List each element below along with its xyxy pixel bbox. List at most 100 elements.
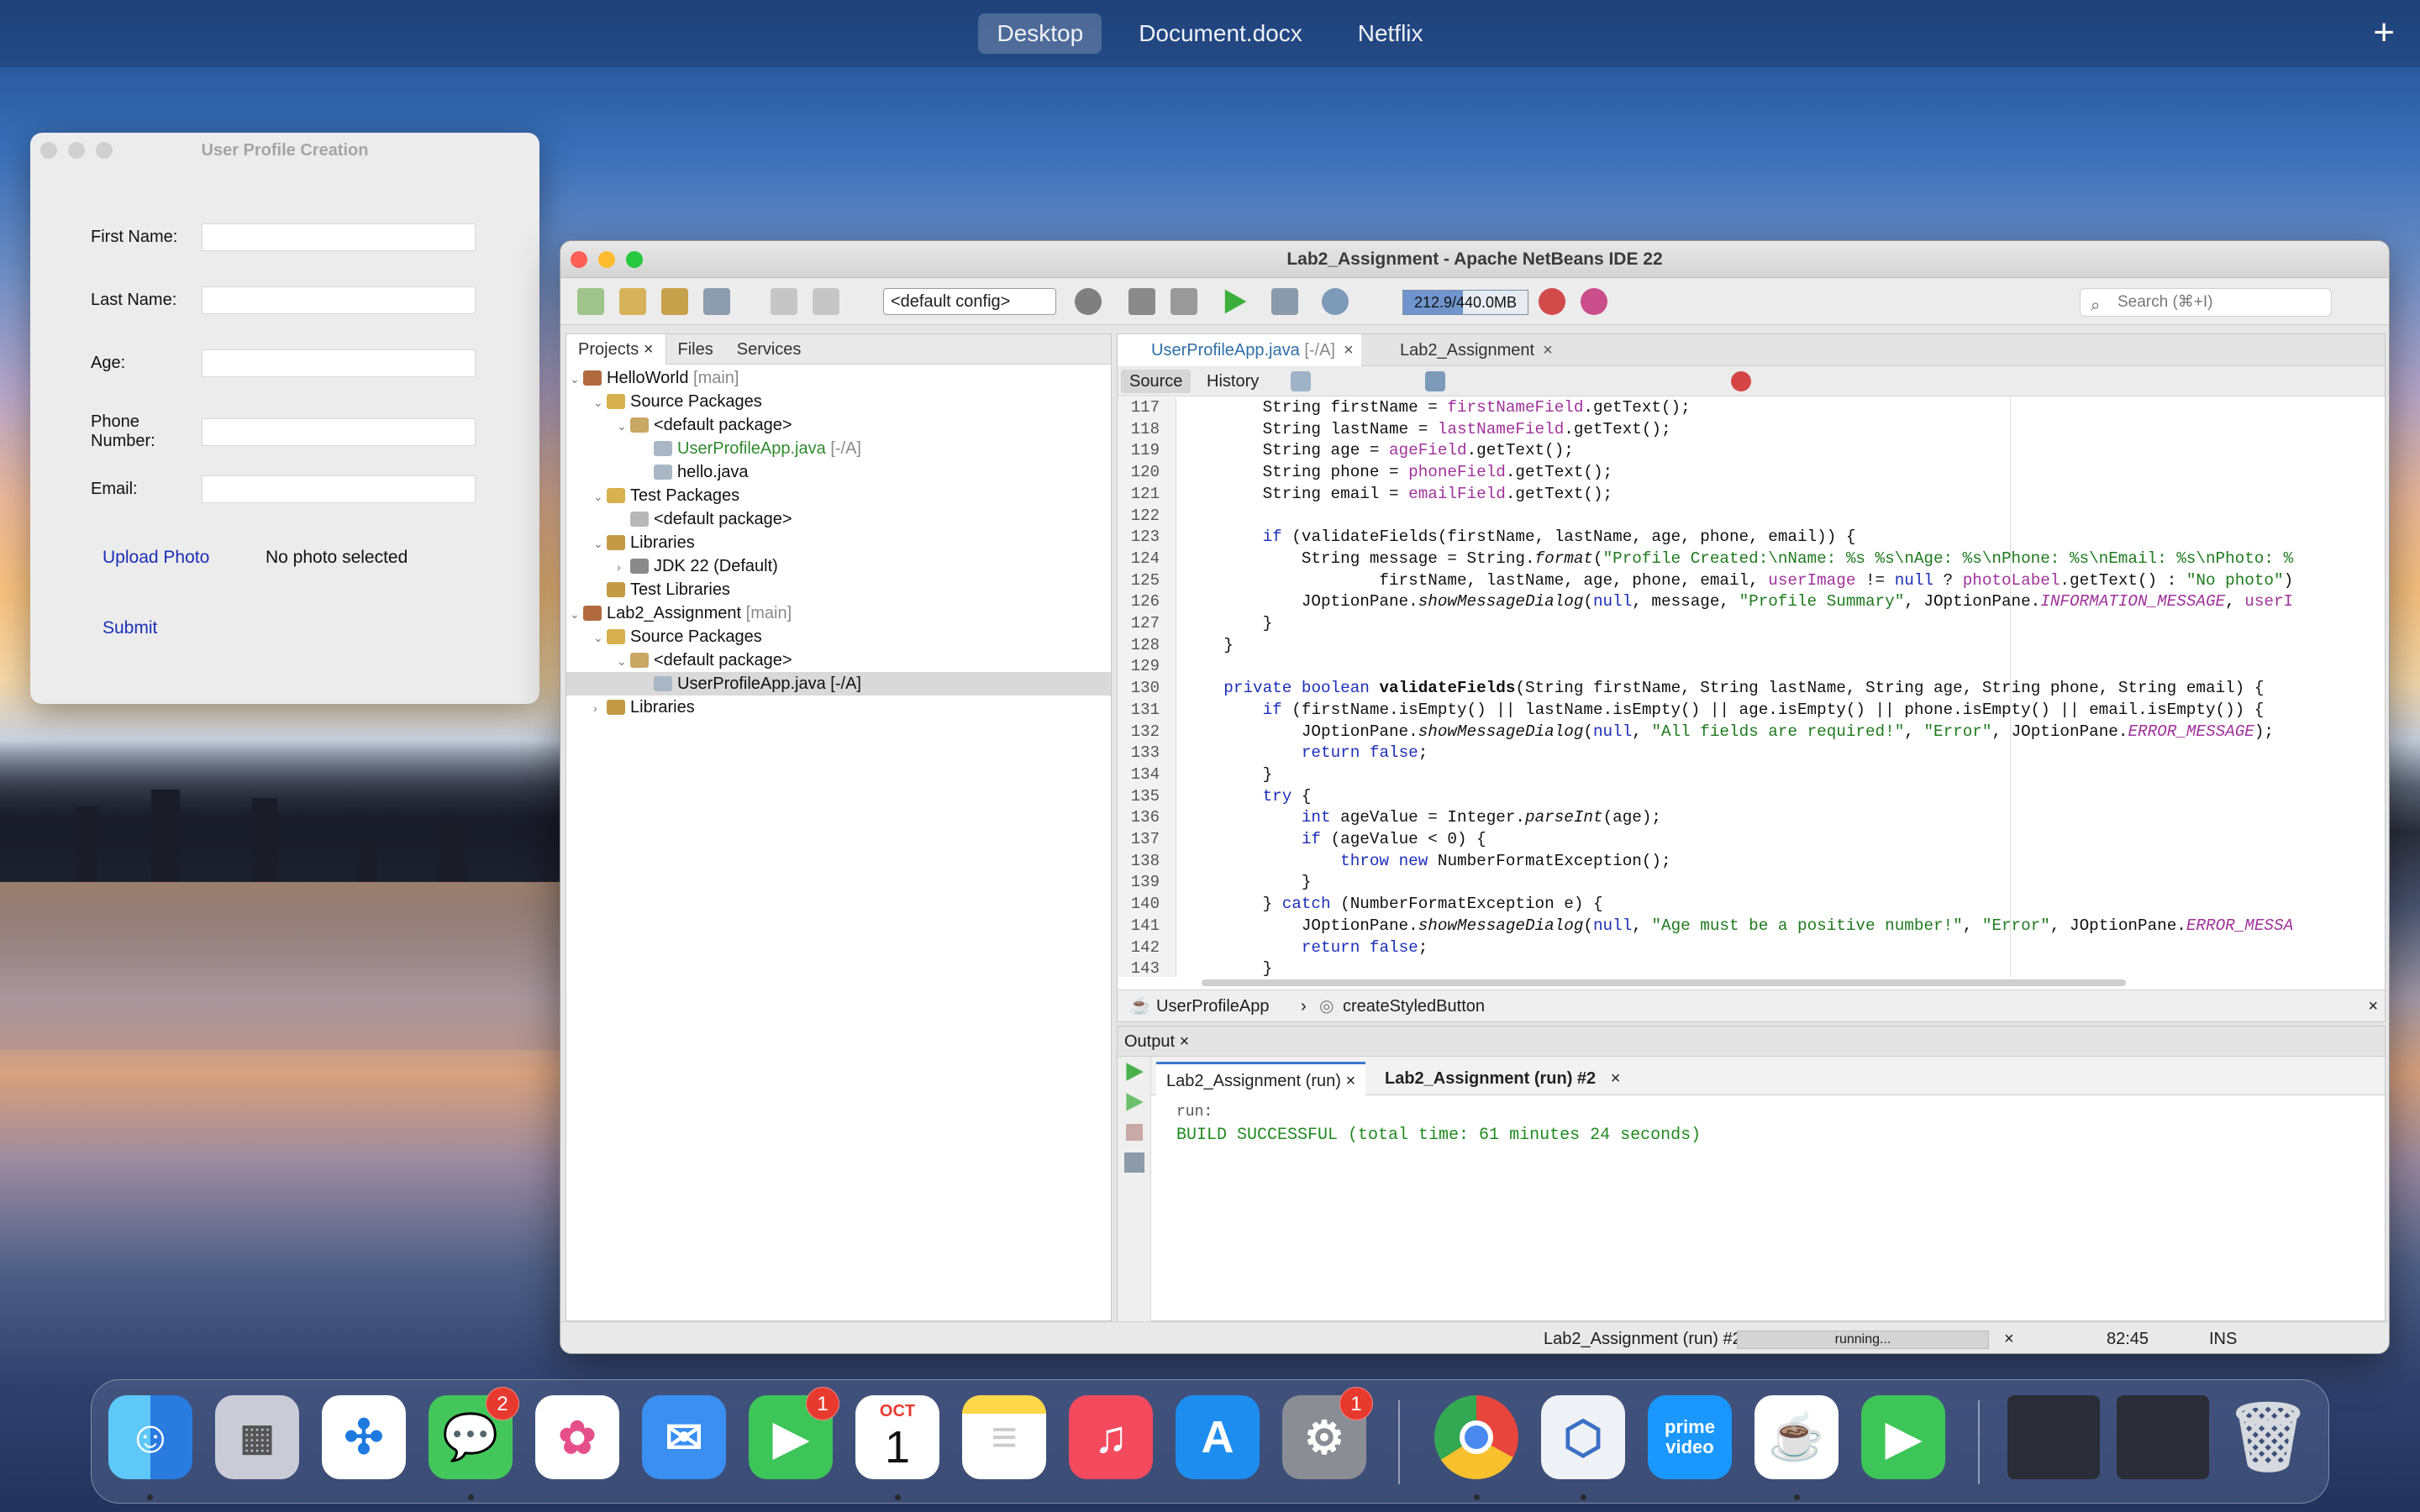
close-icon[interactable]: × (2368, 990, 2378, 1022)
code-line[interactable]: JOptionPane.showMessageDialog(null, mess… (1185, 591, 2293, 613)
undo-icon[interactable] (771, 288, 797, 315)
search-input[interactable]: ⌕ Search (⌘+I) (2080, 288, 2332, 317)
gc-icon[interactable] (1539, 288, 1565, 315)
prime-video-icon[interactable]: prime video (1648, 1395, 1732, 1479)
first-name-field[interactable] (202, 223, 476, 251)
code-line[interactable]: String age = ageField.getText(); (1185, 440, 1574, 462)
code-line[interactable]: if (ageValue < 0) { (1185, 829, 1486, 851)
source-tab[interactable]: Source (1121, 370, 1192, 393)
upload-photo-button[interactable]: Upload Photo (103, 548, 209, 568)
code-line[interactable]: private boolean validateFields(String fi… (1185, 678, 2264, 700)
find-icon[interactable] (1425, 371, 1445, 391)
phone-field[interactable] (202, 417, 476, 446)
tree-node[interactable]: ⌄ Test Packages (593, 484, 739, 507)
space-tab-netflix[interactable]: Netflix (1339, 13, 1442, 54)
clean-build-icon[interactable] (1171, 288, 1197, 315)
tree-node[interactable]: ⌄ Source Packages (593, 390, 762, 413)
photos-icon[interactable]: ✿ (535, 1395, 619, 1479)
chevron-right-icon[interactable]: › (593, 696, 607, 720)
email-field[interactable] (202, 475, 476, 503)
config-select[interactable]: <default config> (883, 288, 1056, 315)
tree-node[interactable]: hello.java (654, 460, 749, 484)
save-all-icon[interactable] (703, 288, 730, 315)
space-tab-document[interactable]: Document.docx (1120, 13, 1321, 54)
tree-node[interactable]: UserProfileApp.java [-/A] (654, 437, 861, 460)
code-line[interactable]: } (1185, 764, 1273, 786)
system-settings-icon[interactable]: ⚙ 1 (1282, 1387, 1373, 1479)
cancel-task-icon[interactable]: × (2004, 1322, 2014, 1353)
code-line[interactable]: return false; (1185, 937, 1428, 959)
run-icon[interactable] (1224, 289, 1247, 314)
tab-services[interactable]: Services (725, 334, 813, 365)
facetime-camera-icon[interactable]: ▶ (1861, 1395, 1945, 1479)
rerun-icon[interactable] (1126, 1063, 1144, 1081)
notes-icon[interactable]: ≡ (962, 1395, 1046, 1479)
minimized-window-thumbnail[interactable] (2007, 1395, 2100, 1479)
mail-icon[interactable]: ✉ (642, 1395, 726, 1479)
debug-icon[interactable] (1271, 288, 1298, 315)
tree-node[interactable]: ⌄ <default package> (617, 413, 792, 437)
code-line[interactable]: if (firstName.isEmpty() || lastName.isEm… (1185, 700, 2265, 722)
close-icon[interactable]: × (1180, 1032, 1190, 1051)
netbeans-icon[interactable]: ⬡ (1541, 1395, 1625, 1479)
code-line[interactable]: JOptionPane.showMessageDialog(null, "Age… (1185, 916, 2293, 937)
close-button[interactable] (40, 142, 57, 159)
safari-icon[interactable]: ✣ (322, 1395, 406, 1479)
tree-node-selected[interactable]: UserProfileApp.java [-/A] (566, 672, 1111, 696)
messages-icon[interactable]: 💬 2 (429, 1387, 519, 1479)
minimize-button[interactable] (68, 142, 85, 159)
tree-node[interactable]: › JDK 22 (Default) (617, 554, 778, 578)
chevron-down-icon[interactable]: ⌄ (570, 602, 583, 626)
zoom-button[interactable] (96, 142, 113, 159)
chevron-down-icon[interactable]: ⌄ (617, 414, 630, 438)
add-space-button[interactable]: + (2373, 12, 2395, 54)
tab-projects[interactable]: Projects × (566, 333, 666, 365)
code-line[interactable]: } catch (NumberFormatException e) { (1185, 894, 1603, 916)
settings-icon[interactable] (1124, 1152, 1144, 1173)
chevron-down-icon[interactable]: ⌄ (593, 485, 607, 508)
code-line[interactable]: String firstName = firstNameField.getTex… (1185, 397, 1691, 419)
rerun-params-icon[interactable] (1126, 1093, 1144, 1111)
horizontal-scrollbar[interactable] (1202, 979, 2126, 986)
record-macro-icon[interactable] (1731, 371, 1751, 391)
redo-icon[interactable] (813, 288, 839, 315)
chevron-down-icon[interactable]: ⌄ (617, 649, 630, 673)
code-line[interactable]: try { (1185, 786, 1312, 808)
back-icon[interactable] (1291, 371, 1311, 391)
tree-node[interactable]: ⌄ <default package> (617, 648, 792, 672)
new-file-icon[interactable] (577, 288, 604, 315)
new-project-icon[interactable] (619, 288, 646, 315)
music-icon[interactable]: ♫ (1069, 1395, 1153, 1479)
code-area[interactable]: String firstName = firstNameField.getTex… (1176, 397, 2361, 977)
minimize-button[interactable] (598, 251, 615, 268)
trash-icon[interactable]: 🗑 (2225, 1395, 2311, 1479)
close-icon[interactable]: × (1543, 341, 1553, 360)
tree-node[interactable]: <default package> (630, 507, 792, 531)
submit-button[interactable]: Submit (103, 618, 157, 638)
code-line[interactable]: throw new NumberFormatException(); (1185, 851, 1670, 873)
tree-node[interactable]: › Libraries (593, 696, 695, 719)
last-name-field[interactable] (202, 286, 476, 314)
tree-node[interactable]: ⌄ Lab2_Assignment [main] (570, 601, 792, 625)
launchpad-icon[interactable]: ▦ (215, 1395, 299, 1479)
code-line[interactable]: if (validateFields(firstName, lastName, … (1185, 527, 1856, 549)
code-line[interactable]: return false; (1185, 743, 1428, 764)
chrome-icon[interactable] (1434, 1395, 1518, 1479)
calendar-icon[interactable]: OCT 1 (855, 1395, 939, 1479)
code-line[interactable]: } (1185, 635, 1234, 657)
tab-run-2[interactable]: Lab2_Assignment (run) #2 × (1375, 1062, 1630, 1095)
minimized-window-thumbnail[interactable] (2117, 1395, 2209, 1479)
code-line[interactable]: } (1185, 613, 1273, 635)
tree-node[interactable]: Test Libraries (607, 578, 730, 601)
tree-node[interactable]: ⌄ HelloWorld [main] (570, 366, 739, 390)
breadcrumb-class[interactable]: UserProfileApp (1156, 990, 1270, 1022)
code-line[interactable]: String lastName = lastNameField.getText(… (1185, 419, 1671, 441)
finder-icon[interactable]: ☺ (108, 1395, 192, 1479)
close-icon[interactable]: × (1611, 1069, 1621, 1088)
breadcrumb-method[interactable]: createStyledButton (1343, 990, 1485, 1022)
chevron-down-icon[interactable]: ⌄ (593, 391, 607, 414)
tree-node[interactable]: ⌄ Source Packages (593, 625, 762, 648)
age-field[interactable] (202, 349, 476, 377)
history-tab[interactable]: History (1198, 370, 1267, 393)
tab-run-1[interactable]: Lab2_Assignment (run) × (1156, 1062, 1366, 1095)
